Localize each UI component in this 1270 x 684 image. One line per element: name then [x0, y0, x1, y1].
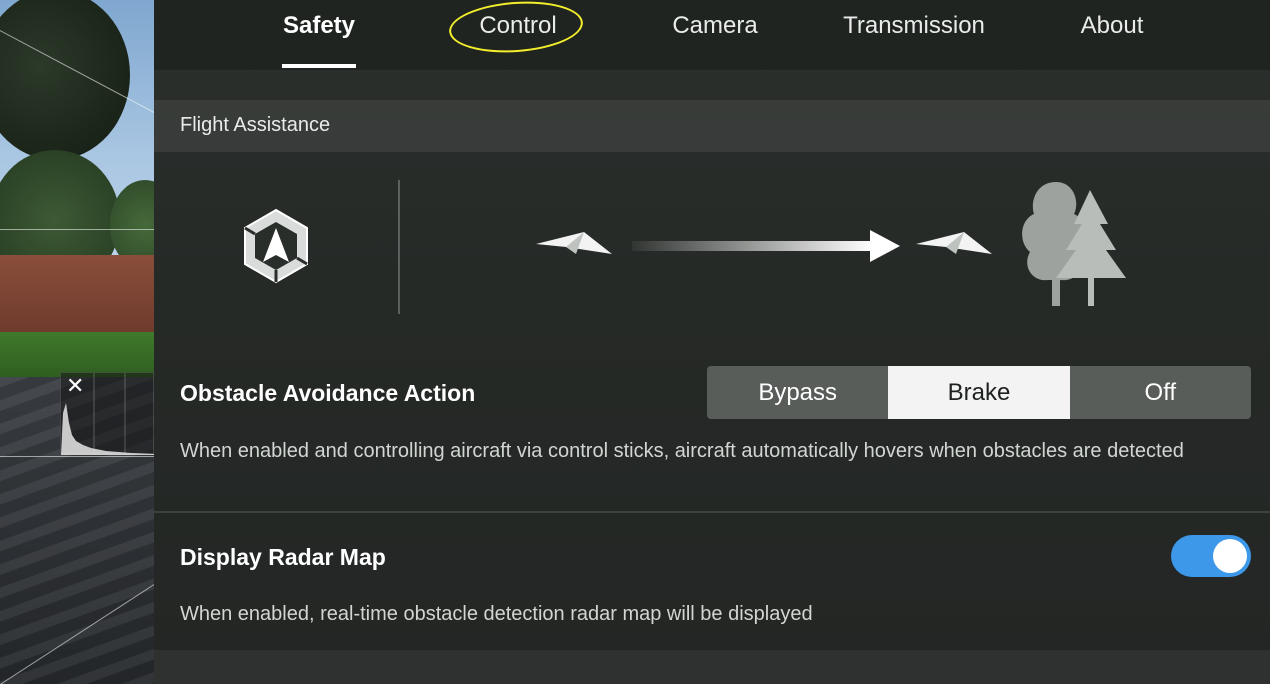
guide-line-horizontal-lower [0, 456, 154, 457]
tab-transmission[interactable]: Transmission [834, 12, 994, 46]
option-bypass[interactable]: Bypass [707, 366, 888, 419]
flight-assistance-illustration [154, 152, 1270, 348]
tab-bar: Safety Control Camera Transmission About [154, 0, 1270, 70]
settings-panel: Safety Control Camera Transmission About… [154, 0, 1270, 684]
obstacle-avoidance-segmented-control: Bypass Brake Off [707, 366, 1251, 419]
option-brake[interactable]: Brake [888, 366, 1070, 419]
toggle-knob [1213, 539, 1247, 573]
paper-plane-icon-near-obstacle [916, 232, 992, 254]
histogram-panel: ✕ [60, 372, 154, 455]
row-divider [154, 511, 1270, 513]
option-off[interactable]: Off [1070, 366, 1251, 419]
obstacle-avoidance-description: When enabled and controlling aircraft vi… [180, 440, 1184, 462]
paper-plane-icon [536, 232, 612, 254]
camera-grass [0, 332, 154, 377]
radar-map-toggle[interactable] [1171, 535, 1251, 577]
tab-camera[interactable]: Camera [668, 12, 762, 46]
active-tab-indicator [282, 64, 356, 68]
bottom-band [154, 650, 1270, 684]
section-header: Flight Assistance [154, 100, 1270, 152]
illustration-divider [398, 180, 400, 314]
tab-about[interactable]: About [1074, 12, 1150, 46]
histogram-graph [61, 373, 154, 455]
arrow-right-icon [632, 230, 900, 262]
control-tab-annotation-circle [447, 0, 585, 57]
camera-feed-strip: ✕ [0, 0, 154, 684]
radar-map-title: Display Radar Map [180, 544, 386, 570]
vision-system-icon [244, 208, 308, 284]
guide-line-horizontal [0, 229, 154, 230]
tab-safety[interactable]: Safety [282, 12, 356, 46]
camera-building [0, 255, 154, 335]
obstacle-avoidance-title: Obstacle Avoidance Action [180, 380, 476, 406]
radar-map-description: When enabled, real-time obstacle detecti… [180, 603, 813, 625]
section-title: Flight Assistance [180, 114, 331, 136]
trees-icon [1022, 182, 1126, 306]
